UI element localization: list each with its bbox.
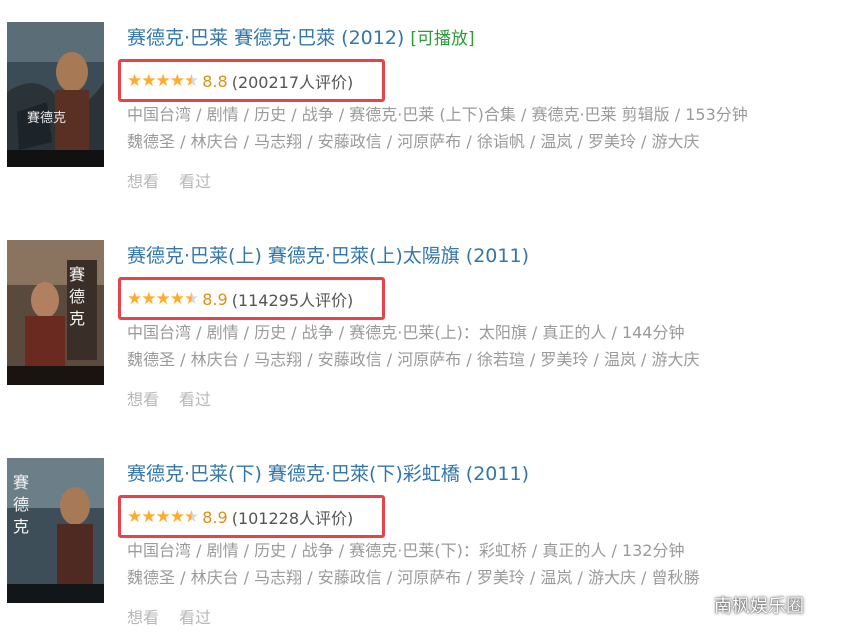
watched-button[interactable]: 看过: [179, 172, 211, 191]
star-icon: ★: [127, 71, 143, 91]
star-icon: ★: [127, 289, 143, 309]
movie-title[interactable]: 赛德克·巴莱 賽德克·巴萊 (2012): [127, 27, 404, 49]
poster-image: 賽 德 克: [7, 240, 104, 385]
poster-image: 賽 德 克: [7, 458, 104, 603]
movie-poster[interactable]: 賽 德 克: [7, 240, 104, 385]
want-to-watch-button[interactable]: 想看: [127, 172, 159, 191]
rating-row: ★ ★ ★ ★ ★ 8.8 (200217人评价): [127, 70, 353, 92]
result-item: 賽德克 赛德克·巴莱 賽德克·巴萊 (2012) [可播放] ★ ★ ★ ★ ★ 8.8 …: [0, 0, 845, 210]
meta-info-line: 中国台湾 / 剧情 / 历史 / 战争 / 赛德克·巴莱(下)：彩虹桥 / 真正…: [127, 541, 685, 560]
star-icon: ★: [127, 507, 143, 527]
star-icon: ★: [141, 71, 157, 91]
rating-votes: (114295人评价): [231, 291, 354, 310]
action-links: 想看 看过: [127, 386, 231, 410]
movie-title[interactable]: 赛德克·巴莱(下) 賽德克·巴萊(下)彩虹橋 (2011): [127, 463, 529, 485]
svg-text:德: 德: [69, 287, 85, 306]
meta-cast-line: 魏德圣 / 林庆台 / 马志翔 / 安藤政信 / 河原萨布 / 罗美玲 / 温岚…: [127, 568, 700, 587]
rating-score: 8.9: [202, 289, 228, 309]
meta-info-line: 中国台湾 / 剧情 / 历史 / 战争 / 赛德克·巴莱(上)：太阳旗 / 真正…: [127, 323, 685, 342]
rating-row: ★ ★ ★ ★ ★ 8.9 (101228人评价): [127, 506, 353, 528]
half-star-icon: ★: [184, 289, 200, 309]
svg-text:賽: 賽: [69, 265, 85, 284]
svg-text:賽: 賽: [13, 473, 29, 492]
movie-meta: 中国台湾 / 剧情 / 历史 / 战争 / 赛德克·巴莱(上)：太阳旗 / 真正…: [127, 319, 700, 373]
rating-score: 8.9: [202, 507, 228, 527]
playable-tag[interactable]: [可播放]: [410, 29, 474, 49]
svg-text:克: 克: [13, 517, 29, 536]
half-star-icon: ★: [184, 507, 200, 527]
movie-poster[interactable]: 賽德克: [7, 22, 104, 167]
want-to-watch-button[interactable]: 想看: [127, 608, 159, 627]
svg-text:克: 克: [69, 309, 85, 328]
movie-title-link[interactable]: 赛德克·巴莱 賽德克·巴萊 (2012) [可播放]: [127, 26, 475, 51]
rating-votes: (101228人评价): [231, 509, 354, 528]
star-icon: ★: [141, 289, 157, 309]
movie-meta: 中国台湾 / 剧情 / 历史 / 战争 / 赛德克·巴莱(下)：彩虹桥 / 真正…: [127, 537, 700, 591]
star-icon: ★: [169, 71, 185, 91]
movie-title-link[interactable]: 赛德克·巴莱(下) 賽德克·巴萊(下)彩虹橋 (2011): [127, 462, 529, 486]
svg-text:賽德克: 賽德克: [27, 110, 66, 126]
rating-score: 8.8: [202, 71, 228, 91]
meta-cast-line: 魏德圣 / 林庆台 / 马志翔 / 安藤政信 / 河原萨布 / 徐诣帆 / 温岚…: [127, 132, 700, 151]
action-links: 想看 看过: [127, 604, 231, 628]
watermark: 南枫娱乐圈: [714, 596, 804, 617]
poster-image: 賽德克: [7, 22, 104, 167]
meta-cast-line: 魏德圣 / 林庆台 / 马志翔 / 安藤政信 / 河原萨布 / 徐若瑄 / 罗美…: [127, 350, 700, 369]
star-icon: ★: [155, 507, 171, 527]
meta-info-line: 中国台湾 / 剧情 / 历史 / 战争 / 赛德克·巴莱 (上下)合集 / 赛德…: [127, 105, 748, 124]
watched-button[interactable]: 看过: [179, 608, 211, 627]
star-icon: ★: [141, 507, 157, 527]
star-icon: ★: [169, 507, 185, 527]
movie-title-link[interactable]: 赛德克·巴莱(上) 賽德克·巴萊(上)太陽旗 (2011): [127, 244, 529, 268]
star-icon: ★: [155, 71, 171, 91]
movie-poster[interactable]: 賽 德 克: [7, 458, 104, 603]
rating-row: ★ ★ ★ ★ ★ 8.9 (114295人评价): [127, 288, 353, 310]
rating-votes: (200217人评价): [231, 73, 354, 92]
movie-title[interactable]: 赛德克·巴莱(上) 賽德克·巴萊(上)太陽旗 (2011): [127, 245, 529, 267]
star-rating: ★ ★ ★ ★ ★: [127, 71, 200, 91]
want-to-watch-button[interactable]: 想看: [127, 390, 159, 409]
star-icon: ★: [155, 289, 171, 309]
star-rating: ★ ★ ★ ★ ★: [127, 507, 200, 527]
watched-button[interactable]: 看过: [179, 390, 211, 409]
half-star-icon: ★: [184, 71, 200, 91]
search-results: 賽德克 赛德克·巴莱 賽德克·巴萊 (2012) [可播放] ★ ★ ★ ★ ★ 8.8 …: [0, 0, 845, 632]
star-rating: ★ ★ ★ ★ ★: [127, 289, 200, 309]
action-links: 想看 看过: [127, 168, 231, 192]
star-icon: ★: [169, 289, 185, 309]
result-item: 賽 德 克 赛德克·巴莱(上) 賽德克·巴萊(上)太陽旗 (2011) ★ ★ ★ ★…: [0, 218, 845, 428]
movie-meta: 中国台湾 / 剧情 / 历史 / 战争 / 赛德克·巴莱 (上下)合集 / 赛德…: [127, 101, 748, 155]
svg-text:德: 德: [13, 495, 29, 514]
